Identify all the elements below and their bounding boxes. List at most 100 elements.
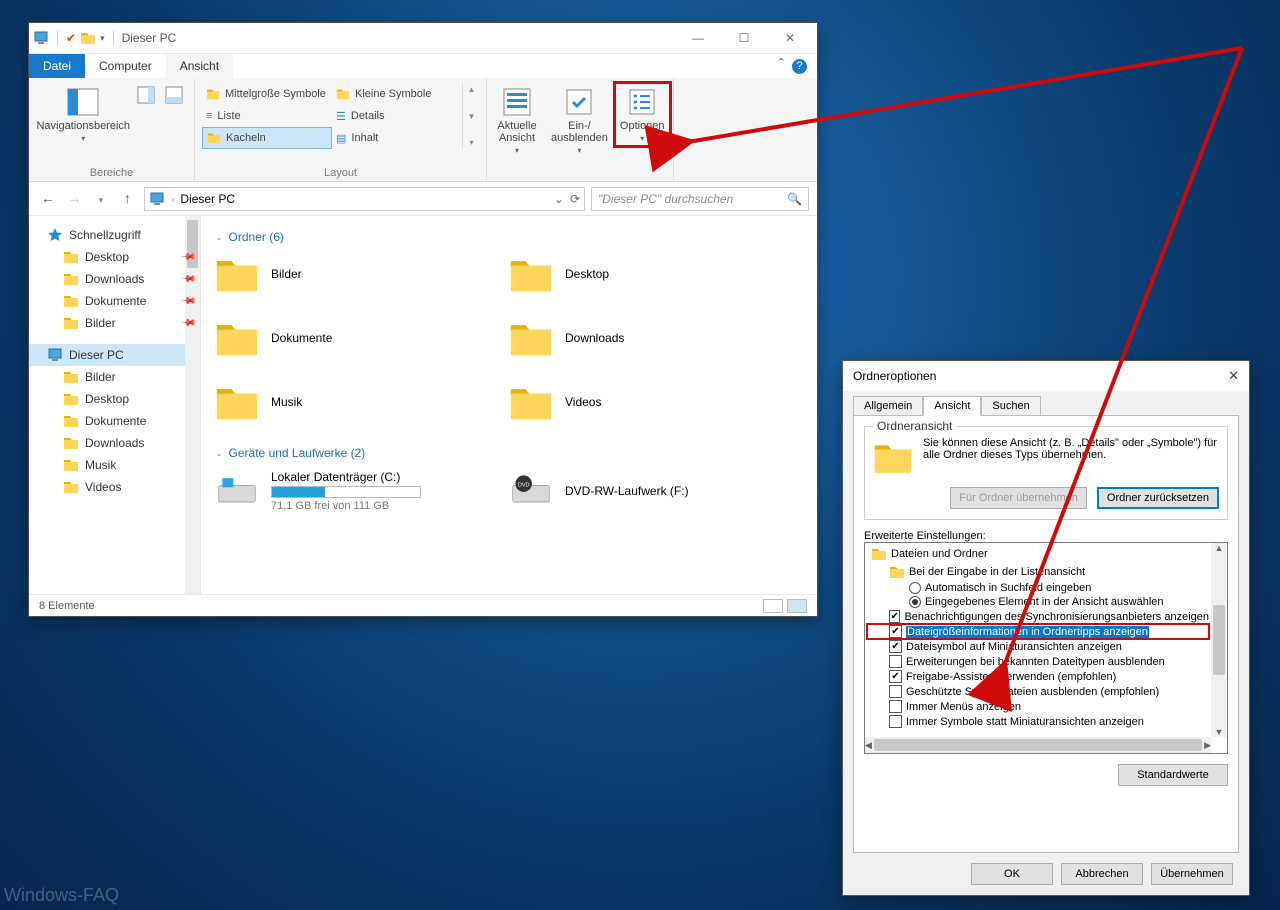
tree-qa-documents[interactable]: Dokumente📌	[29, 290, 200, 312]
content-area[interactable]: ⌄Ordner (6) Bilder Desktop Dokumente Dow…	[201, 216, 817, 594]
chk-menus[interactable]: Immer Menüs anzeigen	[867, 699, 1209, 714]
advanced-settings-box: Dateien und Ordner Bei der Eingabe in de…	[864, 542, 1228, 754]
radio-auto-search[interactable]: Automatisch in Suchfeld eingeben	[867, 581, 1209, 595]
tab-computer[interactable]: Computer	[85, 54, 166, 78]
layout-small[interactable]: Kleine Symbole	[332, 83, 462, 105]
view-tiles-icon[interactable]	[787, 599, 807, 613]
app-icon	[33, 30, 49, 46]
qat-checkbox-icon[interactable]: ✔	[66, 31, 76, 45]
chk-hideext[interactable]: Erweiterungen bei bekannten Dateitypen a…	[867, 654, 1209, 669]
explorer-window: ✔ ▾ Dieser PC — ☐ ✕ Datei Computer Ansic…	[28, 22, 818, 617]
status-bar: 8 Elemente	[29, 594, 817, 616]
tree-pc-videos[interactable]: Videos	[29, 476, 200, 498]
status-text: 8 Elemente	[39, 600, 95, 612]
svg-text:DVD: DVD	[518, 482, 530, 488]
maximize-button[interactable]: ☐	[721, 23, 767, 53]
preview-pane-button[interactable]	[131, 82, 159, 108]
tree-quickaccess[interactable]: Schnellzugriff	[29, 224, 200, 246]
layout-content[interactable]: ▤Inhalt	[332, 127, 462, 149]
dlg-tab-general[interactable]: Allgemein	[853, 396, 923, 416]
nav-tree[interactable]: Schnellzugriff Desktop📌 Downloads📌 Dokum…	[29, 216, 201, 594]
folder-videos[interactable]: Videos	[509, 382, 803, 422]
refresh-icon[interactable]: ⟳	[570, 192, 580, 206]
folder-options-dialog: Ordneroptionen ✕ Allgemein Ansicht Suche…	[842, 360, 1250, 896]
layout-scroll[interactable]: ▲▼▾	[462, 83, 480, 149]
search-icon: 🔍	[787, 192, 802, 206]
ribbon-tabs: Datei Computer Ansicht ˆ ?	[29, 53, 817, 78]
folder-downloads[interactable]: Downloads	[509, 318, 803, 358]
recent-button[interactable]: ▾	[90, 195, 112, 206]
window-title: Dieser PC	[122, 31, 177, 45]
chk-sync[interactable]: ✔Benachrichtigungen des Synchronisierung…	[867, 609, 1209, 624]
folder-dokumente[interactable]: Dokumente	[215, 318, 509, 358]
tree-qa-downloads[interactable]: Downloads📌	[29, 268, 200, 290]
layout-gallery[interactable]: Mittelgroße Symbole Kleine Symbole ▲▼▾ ≡…	[201, 82, 481, 150]
chk-thumbs[interactable]: Immer Symbole statt Miniaturansichten an…	[867, 714, 1209, 729]
minimize-button[interactable]: —	[675, 23, 721, 53]
folder-desktop[interactable]: Desktop	[509, 254, 803, 294]
tab-view[interactable]: Ansicht	[166, 54, 233, 78]
ribbon: Navigationsbereich ▾ Bereiche Mittelgroß…	[29, 78, 817, 182]
tree-pc-documents[interactable]: Dokumente	[29, 410, 200, 432]
tree-pc-desktop[interactable]: Desktop	[29, 388, 200, 410]
tree-pc-music[interactable]: Musik	[29, 454, 200, 476]
reset-folders-button[interactable]: Ordner zurücksetzen	[1097, 487, 1219, 509]
layout-tiles[interactable]: Kacheln	[202, 127, 332, 149]
dialog-titlebar: Ordneroptionen ✕	[843, 361, 1249, 391]
drive-local[interactable]: Lokaler Datenträger (C:) 71,1 GB frei vo…	[215, 470, 509, 512]
show-hide-button[interactable]: Ein-/ ausblenden▾	[545, 82, 614, 159]
radio-select-typed[interactable]: Eingegebenes Element in der Ansicht ausw…	[867, 595, 1209, 609]
tree-thispc[interactable]: Dieser PC	[29, 344, 200, 366]
titlebar: ✔ ▾ Dieser PC — ☐ ✕	[29, 23, 817, 53]
watermark: Windows-FAQ	[4, 885, 119, 906]
section-folders[interactable]: ⌄Ordner (6)	[215, 224, 803, 254]
section-drives[interactable]: ⌄Geräte und Laufwerke (2)	[215, 440, 803, 470]
layout-details[interactable]: ☰Details	[332, 105, 462, 127]
tree-pc-downloads[interactable]: Downloads	[29, 432, 200, 454]
tree-pc-pictures[interactable]: Bilder	[29, 366, 200, 388]
layout-list[interactable]: ≡Liste	[202, 105, 332, 127]
dialog-close-button[interactable]: ✕	[1228, 368, 1239, 384]
tree-qa-desktop[interactable]: Desktop📌	[29, 246, 200, 268]
adv-vscroll[interactable]: ▲▼	[1211, 543, 1227, 737]
advanced-label: Erweiterte Einstellungen:	[864, 530, 1228, 542]
ok-button[interactable]: OK	[971, 863, 1053, 885]
tree-qa-pictures[interactable]: Bilder📌	[29, 312, 200, 334]
back-button[interactable]: ←	[37, 190, 59, 206]
chk-thumbicon[interactable]: ✔Dateisymbol auf Miniaturansichten anzei…	[867, 639, 1209, 654]
folder-bilder[interactable]: Bilder	[215, 254, 509, 294]
dlg-tab-view[interactable]: Ansicht	[923, 396, 981, 416]
ribbon-collapse-icon[interactable]: ˆ	[779, 57, 784, 75]
details-pane-button[interactable]	[160, 82, 188, 108]
cancel-button[interactable]: Abbrechen	[1061, 863, 1143, 885]
view-details-icon[interactable]	[763, 599, 783, 613]
chk-sharing[interactable]: ✔Freigabe-Assistent verwenden (empfohlen…	[867, 669, 1209, 684]
layout-medium[interactable]: Mittelgroße Symbole	[202, 83, 332, 105]
close-button[interactable]: ✕	[767, 23, 813, 53]
search-placeholder: "Dieser PC" durchsuchen	[598, 192, 733, 206]
dialog-title: Ordneroptionen	[853, 369, 936, 383]
advanced-tree[interactable]: Dateien und Ordner Bei der Eingabe in de…	[865, 543, 1211, 737]
address-dropdown-icon[interactable]: ⌄	[554, 192, 564, 206]
options-button[interactable]: Optionen▾	[614, 82, 671, 147]
folder-musik[interactable]: Musik	[215, 382, 509, 422]
chk-protected[interactable]: Geschützte Systemdateien ausblenden (emp…	[867, 684, 1209, 699]
defaults-button[interactable]: Standardwerte	[1118, 764, 1228, 786]
chk-sizeinfo[interactable]: ✔Dateigrößeinformationen in Ordnertipps …	[867, 624, 1209, 639]
nav-pane-button[interactable]: Navigationsbereich ▾	[35, 82, 131, 147]
folder-view-group: Ordneransicht Sie können diese Ansicht (…	[864, 426, 1228, 520]
search-box[interactable]: "Dieser PC" durchsuchen 🔍	[591, 187, 809, 211]
current-view-button[interactable]: Aktuelle Ansicht▾	[489, 82, 545, 159]
up-button[interactable]: ↑	[116, 190, 138, 206]
adv-hscroll[interactable]: ◀▶	[865, 737, 1211, 753]
address-bar[interactable]: › Dieser PC ⌄⟳	[144, 187, 585, 211]
forward-button[interactable]: →	[63, 190, 85, 206]
help-icon[interactable]: ?	[792, 59, 807, 74]
qat-folder-icon[interactable]	[80, 30, 96, 46]
nav-row: ← → ▾ ↑ › Dieser PC ⌄⟳ "Dieser PC" durch…	[29, 182, 817, 216]
apply-button[interactable]: Übernehmen	[1151, 863, 1233, 885]
tab-file[interactable]: Datei	[29, 54, 85, 78]
dlg-tab-search[interactable]: Suchen	[981, 396, 1040, 416]
apply-to-folders-button[interactable]: Für Ordner übernehmen	[950, 487, 1087, 509]
drive-dvd[interactable]: DVD DVD-RW-Laufwerk (F:)	[509, 470, 803, 512]
